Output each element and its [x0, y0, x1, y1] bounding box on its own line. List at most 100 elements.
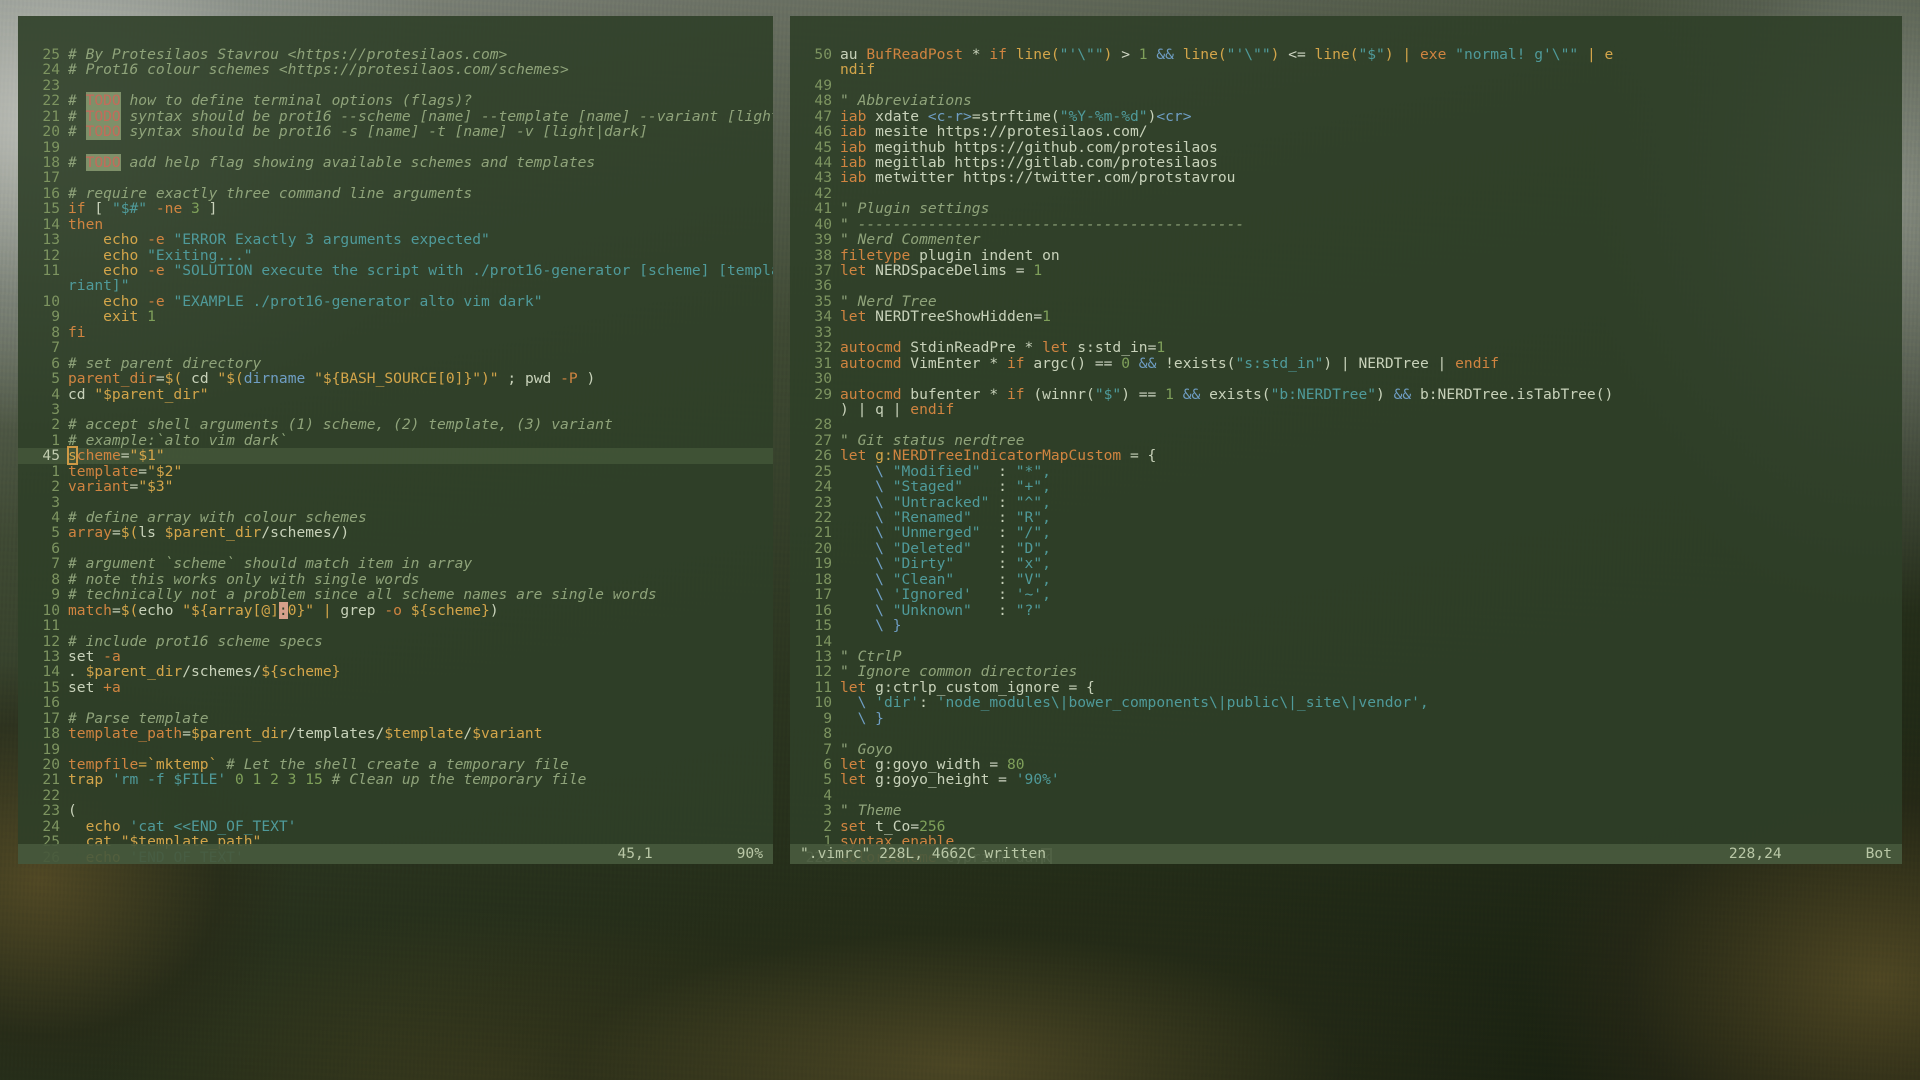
terminal-window-left[interactable]: 25 # By Protesilaos Stavrou <https://prot…	[18, 16, 773, 864]
line-number: 26	[814, 447, 832, 465]
code-token: "Exiting..."	[147, 246, 253, 264]
code-token: /schemes/)	[261, 524, 350, 542]
code-token: :	[971, 539, 1016, 557]
code-token: ls	[138, 524, 165, 542]
code-token: >	[1121, 45, 1139, 63]
statusline-left-percent: 90%	[736, 845, 763, 862]
code-token: " Ignore common directories	[840, 663, 1078, 681]
buffer-line: 40 " ------------------------------------…	[790, 216, 1902, 232]
code-token: 'cat <<END_OF_TEXT'	[129, 817, 297, 835]
code-token: $parent_dir	[85, 663, 183, 681]
code-token: add help flag showing available schemes …	[120, 153, 596, 171]
code-token: :	[954, 555, 1016, 573]
code-token: )	[577, 370, 596, 388]
code-token: "$#"	[111, 200, 148, 218]
buffer-line: 11 let g:ctrlp_custom_ignore = {	[790, 678, 1902, 696]
buffer-line: 18 \ "Clean" : "V",	[790, 570, 1902, 588]
code-token: 1	[1165, 385, 1174, 403]
buffer-line: 3	[18, 494, 773, 510]
buffer-line: 10 echo -e "EXAMPLE ./prot16-generator a…	[18, 293, 773, 309]
buffer-line: 4 cd "$parent_dir"	[18, 386, 773, 402]
code-token: g:ctrlp_custom_ignore	[875, 678, 1069, 696]
code-token: "x",	[1015, 555, 1051, 573]
code-token: *	[989, 385, 1007, 403]
code-token: !exists(	[1156, 354, 1236, 372]
vim-buffer-left[interactable]: 25 # By Protesilaos Stavrou <https://prot…	[18, 46, 773, 864]
code-token: " Abbreviations	[840, 92, 972, 110]
terminal-window-right[interactable]: 50 au BufReadPost * if line("'\"") > 1 &&…	[790, 16, 1902, 864]
line-number: 19	[814, 555, 832, 573]
buffer-line: 36	[790, 277, 1902, 295]
code-token: =	[182, 725, 192, 743]
code-token: cd	[182, 370, 218, 388]
buffer-line: 2 variant="$3"	[18, 478, 773, 496]
buffer-line: 1 # example:`alto vim dark`	[18, 432, 773, 448]
line-number: 10	[814, 694, 832, 712]
todo-marker: TODO	[85, 107, 121, 125]
code-token: b:NERDTree.isTabTree()	[1411, 385, 1614, 403]
code-token: 80	[1006, 756, 1025, 774]
code-token: \	[840, 570, 893, 588]
code-token: let	[840, 447, 876, 465]
buffer-line: 34 let NERDTreeShowHidden=1	[790, 309, 1902, 325]
line-number: 18	[42, 153, 60, 171]
code-token: line(	[1015, 45, 1060, 63]
code-token: [	[85, 200, 112, 218]
code-token: 1	[1033, 262, 1043, 280]
buffer-line: 4	[790, 787, 1902, 803]
buffer-line: 10 \ 'dir': 'node_modules\|bower_compone…	[790, 694, 1902, 712]
statusline-left-position: 45,1	[617, 845, 653, 862]
code-token: iab	[840, 107, 876, 125]
code-token: t_Co	[875, 817, 911, 835]
code-token: ==	[1138, 385, 1166, 403]
code-token: $(	[120, 601, 139, 619]
code-token: # technically not a problem since all sc…	[68, 586, 657, 604]
code-token: "R",	[1015, 509, 1051, 527]
code-token: <=	[1288, 45, 1315, 63]
code-token: iab	[840, 153, 876, 171]
line-number: 7	[51, 339, 60, 357]
code-token: NERDTreeIndicatorMapCustom	[892, 447, 1130, 465]
code-token: \	[840, 524, 893, 542]
buffer-line: 22 # TODO how to define terminal options …	[18, 92, 773, 110]
buffer-line: 4 # define array with colour schemes	[18, 510, 773, 526]
code-token: # accept shell arguments (1) scheme, (2)…	[68, 416, 613, 434]
buffer-line: 20 \ "Deleted" : "D",	[790, 539, 1902, 557]
line-number: 5	[51, 370, 60, 388]
code-token: \	[840, 694, 876, 712]
line-number: 27	[814, 431, 832, 449]
code-token: exe	[1420, 45, 1456, 63]
code-token: *	[989, 354, 1007, 372]
buffer-line: 21 \ "Unmerged" : "/",	[790, 524, 1902, 542]
code-token: how to define terminal options (flags)?	[120, 92, 473, 110]
buffer-line: 11	[18, 618, 773, 634]
code-token: =	[1015, 262, 1034, 280]
buffer-line: 30	[790, 371, 1902, 387]
code-token: megitlab https://gitlab.com/protesilaos	[875, 153, 1218, 171]
code-token: megithub https://github.com/protesilaos	[875, 138, 1218, 156]
code-token: ndif	[840, 61, 876, 79]
code-token: "?"	[1015, 601, 1043, 619]
vim-buffer-right[interactable]: 50 au BufReadPost * if line("'\"") > 1 &&…	[790, 45, 1902, 864]
buffer-line: 25 \ "Modified" : "*",	[790, 463, 1902, 479]
code-token: \ }	[840, 709, 884, 727]
line-number: 5	[823, 771, 832, 789]
line-number: 39	[814, 231, 832, 249]
buffer-line: 3	[18, 402, 773, 418]
buffer-line: 5 parent_dir=$( cd "$(dirname "${BASH_SOU…	[18, 370, 773, 388]
line-number: 41	[814, 200, 832, 218]
line-number: 9	[823, 709, 832, 727]
buffer-line: 35 " Nerd Tree	[790, 293, 1902, 309]
line-number: 21	[42, 107, 60, 125]
code-token: "$2"	[147, 462, 183, 480]
code-token: "+",	[1015, 478, 1051, 496]
code-token: ${scheme}	[261, 663, 341, 681]
code-token: :	[971, 509, 1016, 527]
line-number: 36	[814, 277, 832, 295]
code-token: iab	[840, 169, 876, 187]
code-token: =	[129, 478, 139, 496]
code-token: "normal! g'\""	[1455, 45, 1579, 63]
